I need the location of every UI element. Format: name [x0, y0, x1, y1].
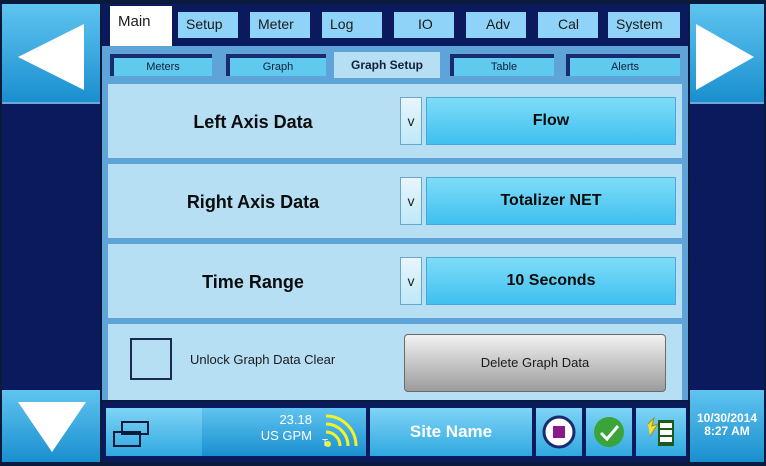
setting-row-right-axis: Right Axis Data v Totalizer NET [108, 164, 682, 240]
subtab-alerts[interactable]: Alerts [566, 54, 680, 76]
unlock-graph-data-label: Unlock Graph Data Clear [190, 352, 336, 367]
subtab-meters[interactable]: Meters [110, 54, 212, 76]
tab-io[interactable]: IO [392, 10, 456, 40]
delete-graph-data-button[interactable]: Delete Graph Data [404, 334, 666, 392]
left-axis-value[interactable]: Flow [426, 97, 676, 145]
time-display: 8:27 AM [704, 424, 750, 438]
time-range-label: Time Range [202, 272, 304, 292]
nav-forward-button[interactable] [690, 4, 764, 102]
tab-cal[interactable]: Cal [536, 10, 600, 40]
arrow-down-icon [18, 402, 86, 452]
time-range-value[interactable]: 10 Seconds [426, 257, 676, 305]
arrow-left-icon [18, 24, 84, 90]
status-bar: 23.18 US GPM T Site Name [102, 402, 688, 462]
right-axis-value[interactable]: Totalizer NET [426, 177, 676, 225]
tab-main[interactable]: Main [110, 6, 172, 46]
flow-reading-panel: 23.18 US GPM T [202, 408, 366, 456]
unlock-graph-data-checkbox[interactable] [130, 338, 172, 380]
left-axis-label: Left Axis Data [193, 112, 313, 132]
date-time-panel[interactable]: 10/30/2014 8:27 AM [690, 390, 764, 462]
nav-back-button[interactable] [2, 4, 100, 102]
flow-value: 23.18 [279, 412, 312, 427]
check-icon [594, 417, 624, 447]
tab-log[interactable]: Log [320, 10, 384, 40]
flow-reading: 23.18 US GPM [202, 412, 312, 444]
subtab-graph[interactable]: Graph [226, 54, 326, 76]
main-tab-bar: Main Setup Meter Log IO Adv Cal System [102, 4, 688, 46]
subtab-table[interactable]: Table [450, 54, 554, 76]
log-data-button[interactable] [636, 408, 686, 456]
content-panel: Main Setup Meter Log IO Adv Cal System M… [102, 4, 688, 400]
signal-label: T [322, 438, 329, 449]
right-axis-dropdown-button[interactable]: v [400, 177, 422, 225]
site-name: Site Name [409, 422, 493, 441]
time-range-dropdown-button[interactable]: v [400, 257, 422, 305]
stop-button[interactable] [536, 408, 582, 456]
tab-setup[interactable]: Setup [176, 10, 240, 40]
device-screen: Main Setup Meter Log IO Adv Cal System M… [0, 0, 766, 466]
left-axis-dropdown-button[interactable]: v [400, 97, 422, 145]
site-name-panel[interactable]: Site Name [370, 408, 532, 456]
flow-unit: US GPM [260, 428, 312, 443]
arrow-right-icon [696, 24, 754, 90]
left-side-panel [2, 102, 100, 390]
sub-tab-bar: Meters Graph Graph Setup Table Alerts [102, 46, 688, 78]
right-axis-label: Right Axis Data [186, 192, 320, 212]
tab-adv[interactable]: Adv [464, 10, 528, 40]
graph-data-clear-row: Unlock Graph Data Clear Delete Graph Dat… [108, 324, 682, 400]
setting-row-left-axis: Left Axis Data v Flow [108, 84, 682, 160]
tab-system[interactable]: System [606, 10, 682, 40]
subtab-graph-setup[interactable]: Graph Setup [334, 52, 440, 78]
stop-icon [542, 415, 576, 449]
setting-row-time-range: Time Range v 10 Seconds [108, 244, 682, 320]
log-table-icon [647, 416, 674, 446]
tab-meter[interactable]: Meter [248, 10, 312, 40]
nav-down-button[interactable] [2, 390, 100, 462]
display-mode-button[interactable] [106, 408, 202, 456]
status-ok-button[interactable] [586, 408, 632, 456]
right-side-panel [690, 102, 764, 390]
windows-icon [113, 421, 149, 447]
